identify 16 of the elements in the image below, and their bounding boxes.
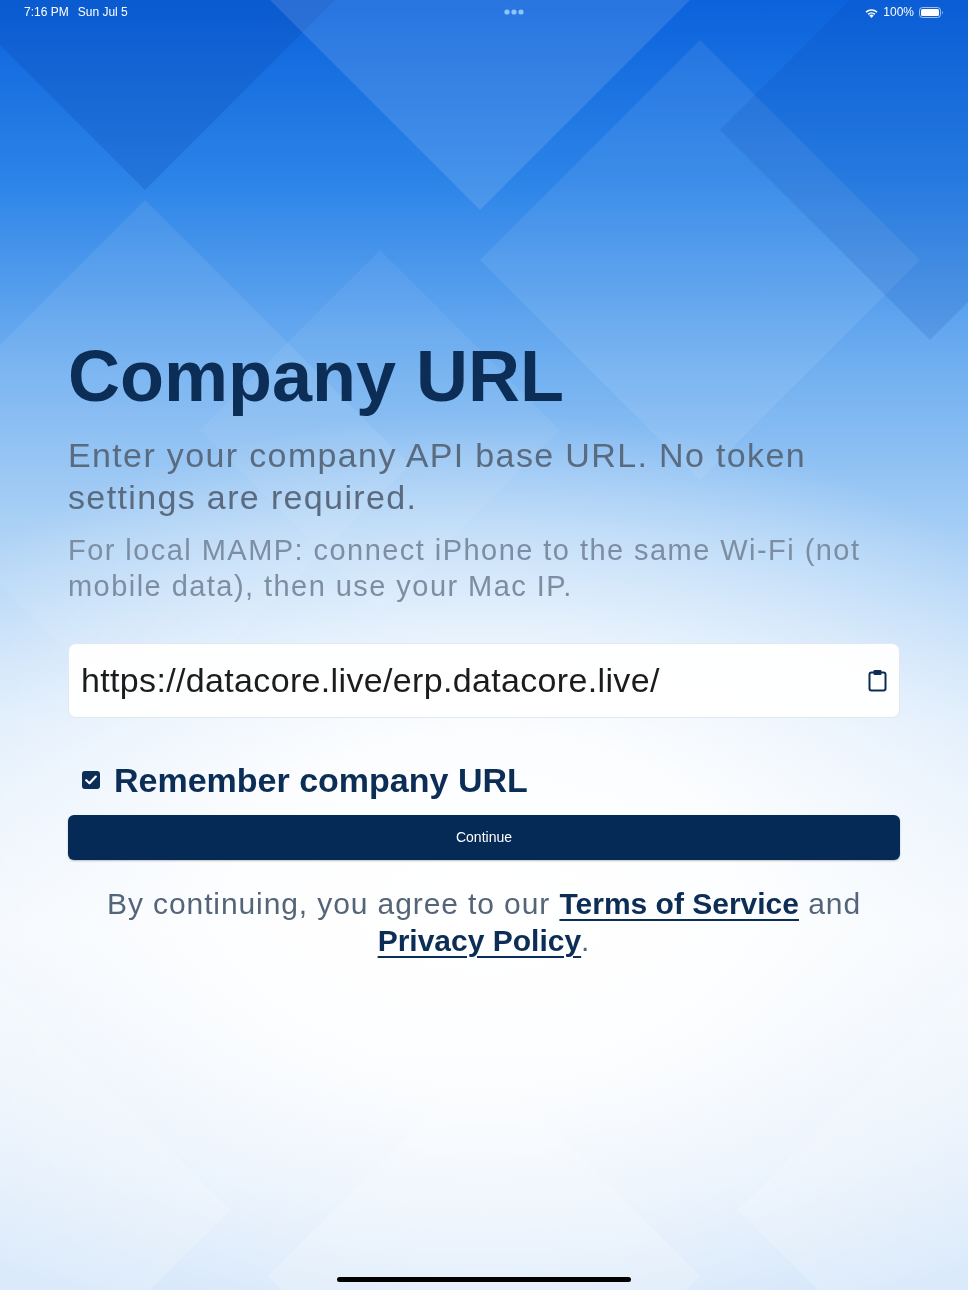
url-input-field[interactable]: https://datacore.live/erp.datacore.live/	[68, 643, 900, 718]
continue-button[interactable]: Continue	[68, 815, 900, 860]
remember-label[interactable]: Remember company URL	[114, 754, 528, 806]
battery-percentage: 100%	[883, 4, 914, 21]
terms-of-service-link[interactable]: Terms of Service	[559, 887, 799, 920]
battery-icon	[919, 6, 944, 18]
more-dots-icon[interactable]	[504, 9, 524, 15]
description-text: Enter your company API base URL. No token settings are required.	[68, 435, 807, 518]
wifi-icon	[864, 6, 880, 18]
status-time: 7:16 PM	[24, 4, 69, 21]
status-date: Sun Jul 5	[77, 4, 128, 21]
remember-checkbox[interactable]	[82, 771, 100, 789]
hint-text: For local MAMP: connect iPhone to the same Wi-Fi (not mobile data), then use your Mac IP.	[68, 533, 862, 604]
clipboard-icon[interactable]	[867, 668, 887, 692]
privacy-policy-link[interactable]: Privacy Policy	[377, 924, 582, 957]
terms-notice: By continuing, you agree to our Terms of Service and Privacy Policy.	[106, 886, 862, 959]
